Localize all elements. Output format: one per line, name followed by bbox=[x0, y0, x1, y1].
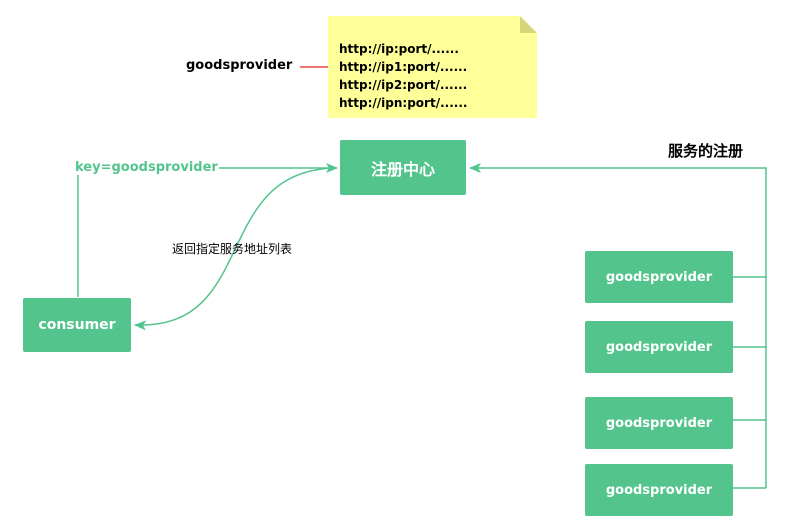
provider-box[interactable]: goodsprovider bbox=[585, 251, 733, 303]
provider-box[interactable]: goodsprovider bbox=[585, 321, 733, 373]
key-query-label: key=goodsprovider bbox=[74, 160, 219, 175]
sticky-note-fold bbox=[520, 16, 537, 33]
note-url: http://ip:port/...... bbox=[339, 42, 459, 56]
key-query-arrow bbox=[77, 163, 338, 297]
note-url: http://ip2:port/...... bbox=[339, 78, 468, 92]
registry-box[interactable]: 注册中心 bbox=[340, 140, 466, 195]
provider-box[interactable]: goodsprovider bbox=[585, 464, 733, 516]
registration-label: 服务的注册 bbox=[668, 142, 744, 160]
note-key-label: goodsprovider bbox=[186, 58, 293, 73]
note-url: http://ipn:port/...... bbox=[339, 96, 468, 110]
note-url-list: http://ip:port/...... http://ip1:port/..… bbox=[339, 40, 467, 112]
note-url: http://ip1:port/...... bbox=[339, 60, 468, 74]
return-list-label: 返回指定服务地址列表 bbox=[172, 242, 293, 256]
provider-box[interactable]: goodsprovider bbox=[585, 397, 733, 449]
consumer-box[interactable]: consumer bbox=[23, 298, 131, 352]
